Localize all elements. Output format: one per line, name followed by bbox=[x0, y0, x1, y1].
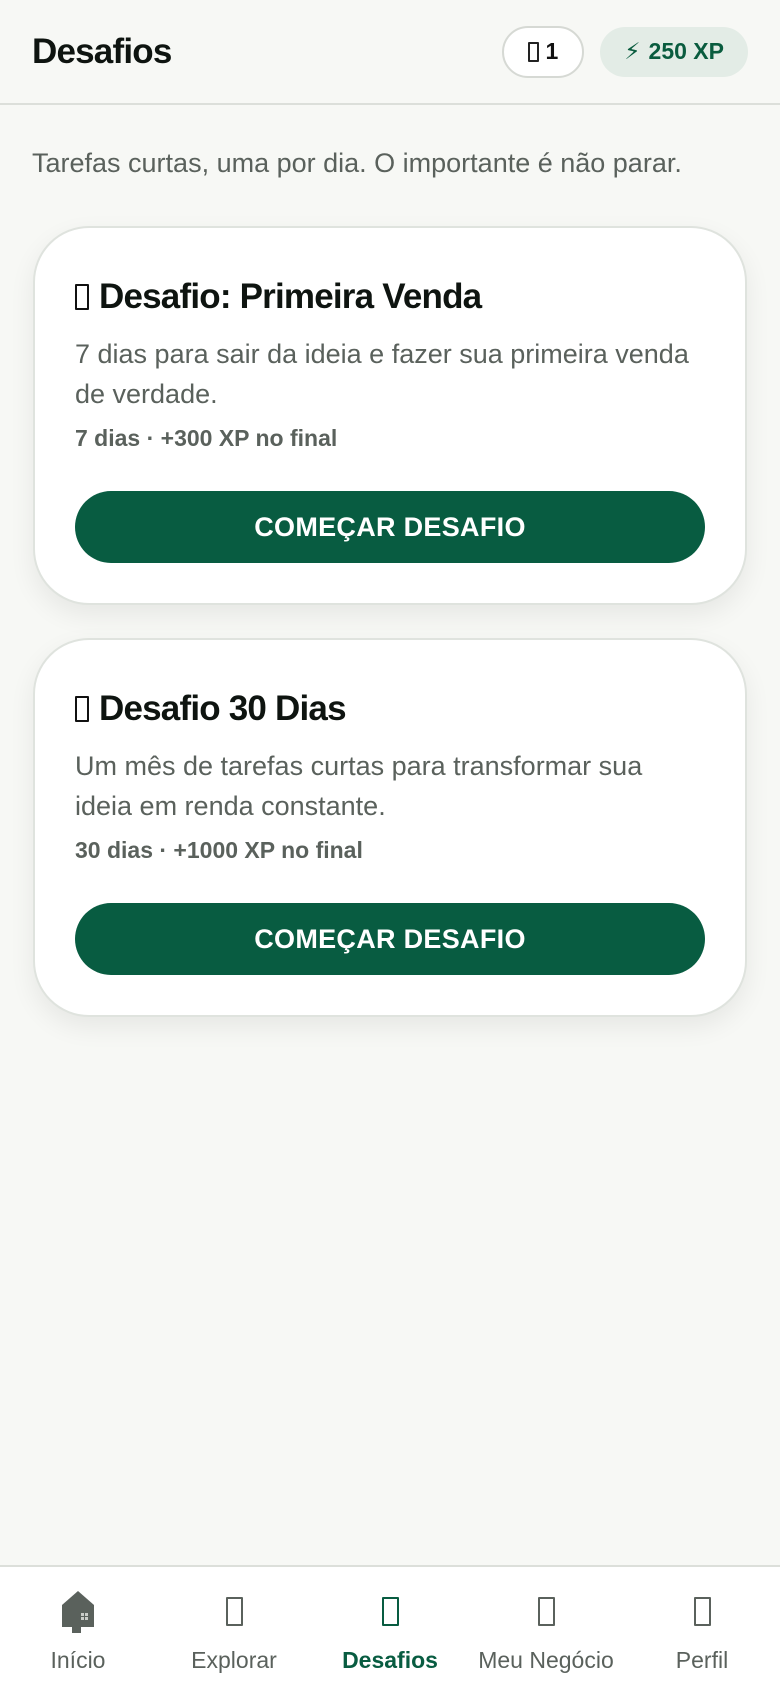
challenge-meta: 30 dias · +1000 XP no final bbox=[75, 837, 363, 863]
challenge-card-30-days: Desafio 30 Dias Um mês de tarefas curtas… bbox=[33, 638, 747, 1017]
nav-label: Perfil bbox=[675, 1647, 729, 1673]
explore-icon bbox=[225, 1589, 243, 1633]
challenge-meta: 7 dias · +300 XP no final bbox=[75, 425, 338, 451]
challenge-title: Desafio 30 Dias bbox=[75, 686, 705, 732]
nav-item-explorar[interactable]: Explorar bbox=[156, 1567, 312, 1688]
challenges-icon bbox=[381, 1589, 399, 1633]
challenge-description: 7 dias para sair da ideia e fazer sua pr… bbox=[75, 339, 689, 409]
nav-item-meu-negocio[interactable]: Meu Negócio bbox=[468, 1567, 624, 1688]
nav-label: Explorar bbox=[191, 1647, 277, 1673]
page-subtitle: Tarefas curtas, uma por dia. O important… bbox=[32, 148, 682, 178]
xp-badge[interactable]: ⚡ 250 XP bbox=[600, 26, 748, 77]
streak-badge[interactable]: 1 bbox=[502, 25, 585, 78]
nav-label: Início bbox=[50, 1647, 106, 1673]
streak-icon bbox=[528, 41, 540, 62]
nav-label: Desafios bbox=[342, 1647, 438, 1673]
challenge-description: Um mês de tarefas curtas para transforma… bbox=[75, 751, 643, 821]
challenge-title: Desafio: Primeira Venda bbox=[75, 274, 705, 320]
top-bar: Desafios 1 ⚡ 250 XP bbox=[0, 0, 780, 105]
challenge-card-first-sale: Desafio: Primeira Venda 7 dias para sair… bbox=[33, 226, 747, 605]
streak-count: 1 bbox=[545, 38, 559, 64]
start-challenge-button[interactable]: COMEÇAR DESAFIO bbox=[75, 903, 705, 975]
challenge-title-text: Desafio: Primeira Venda bbox=[99, 277, 482, 316]
xp-label: 250 XP bbox=[648, 38, 724, 64]
challenge-title-text: Desafio 30 Dias bbox=[99, 689, 347, 728]
nav-label: Meu Negócio bbox=[478, 1647, 614, 1673]
challenge-icon bbox=[75, 696, 89, 722]
profile-icon bbox=[693, 1589, 711, 1633]
start-challenge-button[interactable]: COMEÇAR DESAFIO bbox=[75, 491, 705, 563]
bottom-navigation: Início Explorar Desafios Meu Negócio Per… bbox=[0, 1565, 780, 1688]
page-title: Desafios bbox=[32, 31, 172, 71]
challenge-icon bbox=[75, 284, 89, 310]
home-icon-graphic bbox=[62, 1591, 94, 1633]
nav-item-desafios[interactable]: Desafios bbox=[312, 1567, 468, 1688]
business-icon bbox=[537, 1589, 555, 1633]
home-icon bbox=[60, 1589, 96, 1633]
nav-item-perfil[interactable]: Perfil bbox=[624, 1567, 780, 1688]
lightning-icon: ⚡ bbox=[624, 38, 641, 64]
nav-item-inicio[interactable]: Início bbox=[0, 1567, 156, 1688]
